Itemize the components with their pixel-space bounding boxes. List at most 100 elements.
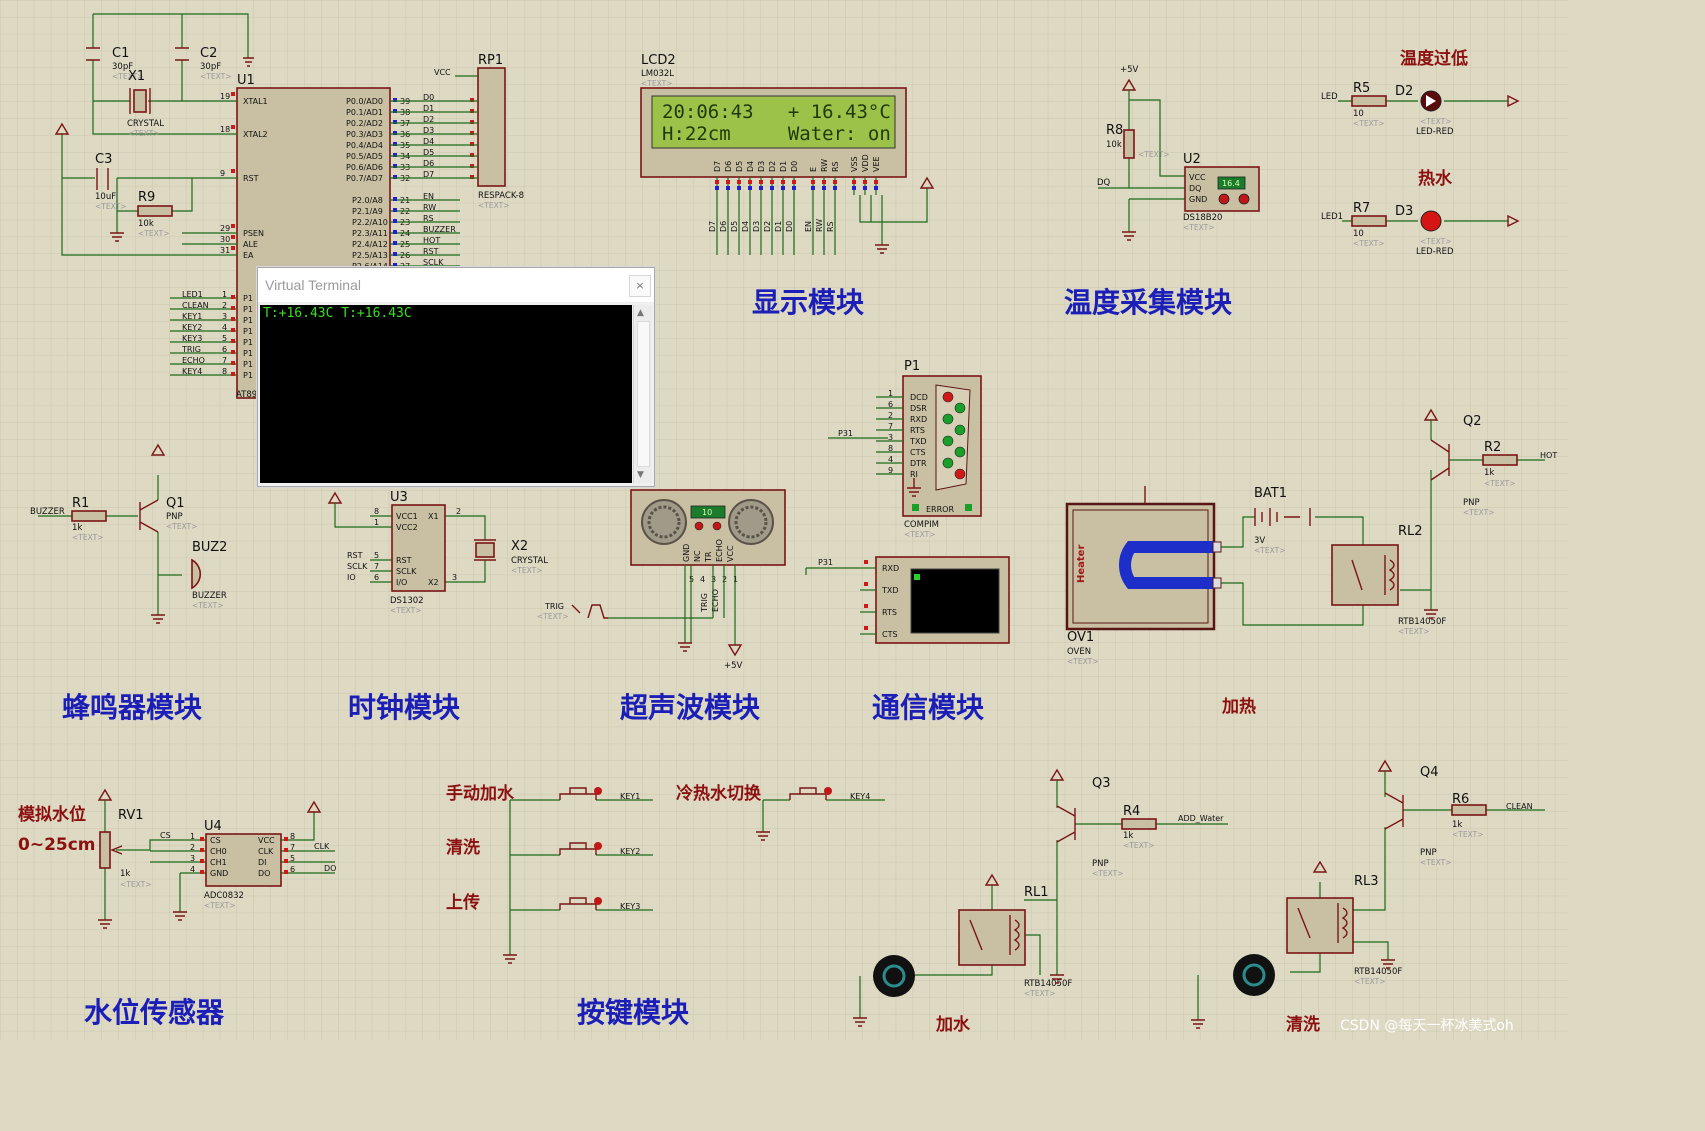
c1-ref: C1: [112, 46, 129, 61]
rl2-ref: RL2: [1398, 524, 1423, 539]
rl1-text: <TEXT>: [1024, 989, 1055, 998]
resistor-r5[interactable]: [1351, 95, 1387, 107]
lcd-bus-label: D6: [719, 221, 728, 232]
r8-supply: +5V: [1120, 65, 1139, 75]
scroll-thumb[interactable]: [637, 321, 650, 467]
crystal-x2[interactable]: [475, 542, 495, 558]
lcd-pin-name: RS: [831, 161, 840, 172]
oven-label: Heater: [1076, 545, 1087, 583]
adc-text: <TEXT>: [204, 901, 235, 910]
rv1-text: <TEXT>: [120, 880, 151, 889]
ds1302-num-7: 7: [374, 562, 379, 571]
led-d3[interactable]: [1420, 210, 1442, 232]
label-clean: 清洗: [1286, 1014, 1320, 1035]
pin-marker: [200, 859, 204, 863]
lcd-pin-name: VSS: [850, 156, 859, 172]
r2-ref: R2: [1484, 440, 1501, 455]
ds1302-num-8: 8: [374, 507, 379, 516]
mcu-pin-name: EA: [243, 251, 254, 260]
ds-down-button[interactable]: [1218, 193, 1230, 205]
resistor-r7[interactable]: [1351, 215, 1387, 227]
ds1302-num-3: 3: [452, 573, 457, 582]
pump-motor-add[interactable]: [873, 955, 915, 997]
d3-val: LED-RED: [1416, 247, 1454, 257]
pin-marker: [231, 246, 235, 250]
lcd-bus-label: D3: [752, 221, 761, 232]
pump-motor-clean[interactable]: [1233, 954, 1275, 996]
virtual-terminal-scrollbar[interactable]: ▲ ▼: [633, 305, 652, 483]
resistor-r4[interactable]: [1121, 818, 1157, 830]
resistor-r2[interactable]: [1482, 454, 1518, 466]
pin-marker: [874, 180, 878, 184]
adc-net-do: DO: [324, 864, 336, 873]
pin-marker: [811, 180, 815, 184]
d2-text: <TEXT>: [1420, 117, 1451, 126]
r4-text: <TEXT>: [1123, 841, 1154, 850]
r7-net: LED1: [1321, 212, 1343, 222]
mcu-p1-name: P1: [243, 371, 253, 380]
compim-pin-name: TXD: [909, 437, 927, 446]
mcu-p1-name: P1: [243, 360, 253, 369]
resistor-r9[interactable]: [137, 205, 173, 217]
label-display-module: 显示模块: [752, 286, 864, 319]
scroll-down-icon[interactable]: ▼: [637, 470, 644, 480]
q2-ref: Q2: [1463, 414, 1482, 429]
q1-ref: Q1: [166, 496, 185, 511]
mcu-p0-name: P0.3/AD3: [346, 130, 383, 139]
r1-text: <TEXT>: [72, 533, 103, 542]
lcd-ref: LCD2: [641, 53, 676, 68]
virtual-terminal-screen[interactable]: T:+16.43C T:+16.43C: [260, 305, 632, 483]
watermark: CSDN @每天一杯冰美式oh: [1340, 1018, 1514, 1034]
x2-ref: X2: [511, 539, 528, 554]
bat1-ref: BAT1: [1254, 486, 1287, 501]
d2-val: LED-RED: [1416, 127, 1454, 137]
r5-val: 10: [1353, 109, 1364, 119]
close-icon[interactable]: ×: [629, 275, 651, 297]
adc-net-cs: CS: [160, 831, 171, 840]
sonar-up-button[interactable]: [712, 521, 722, 531]
x2-val: CRYSTAL: [511, 556, 548, 566]
schematic-sheet[interactable]: U1 AT89 19XTAL118XTAL29RST29PSEN30ALE31E…: [0, 0, 1568, 1040]
compim-status-led: [954, 468, 966, 480]
potentiometer-rv1[interactable]: [99, 831, 111, 869]
mcu-pin-name: RST: [243, 174, 259, 183]
relay-rl3[interactable]: [1286, 897, 1354, 954]
adc-num-left: 1: [190, 832, 195, 841]
adc-model: ADC0832: [204, 891, 244, 901]
sonar-pin-name: VCC: [726, 545, 735, 562]
ds1302-model: DS1302: [390, 596, 424, 606]
pin-marker: [726, 180, 730, 184]
pin-marker: [393, 197, 397, 201]
virtual-terminal-titlebar[interactable]: Virtual Terminal ×: [258, 268, 654, 302]
c2-val: 30pF: [200, 62, 221, 72]
mcu-pin-num: 31: [220, 246, 230, 255]
ds1302-pin-io: I/O: [396, 578, 407, 587]
relay-rl2[interactable]: [1331, 544, 1399, 606]
rp1-val: RESPACK-8: [478, 191, 524, 201]
c2-text: <TEXT>: [200, 72, 231, 81]
lcd-bus-label: D5: [730, 221, 739, 232]
resistor-r1[interactable]: [71, 510, 107, 522]
crystal-x1[interactable]: [133, 89, 147, 113]
oven-ov1[interactable]: [1065, 502, 1216, 631]
q1-val: PNP: [166, 512, 183, 522]
sonar-down-button[interactable]: [694, 521, 704, 531]
pin-marker: [231, 317, 235, 321]
ds1302-pin-rst: RST: [396, 556, 412, 565]
relay-rl1[interactable]: [958, 909, 1026, 966]
ds-up-button[interactable]: [1238, 193, 1250, 205]
pin-marker: [715, 186, 719, 190]
virtual-terminal-window[interactable]: Virtual Terminal × T:+16.43C T:+16.43C ▲…: [257, 267, 655, 487]
mcu-pin-num: 18: [220, 125, 230, 134]
resistor-r8[interactable]: [1123, 129, 1135, 159]
pin-marker: [748, 180, 752, 184]
adc-num-right: 8: [290, 832, 295, 841]
q4-text: <TEXT>: [1420, 858, 1451, 867]
r9-val: 10k: [138, 219, 154, 229]
pin-marker: [811, 186, 815, 190]
adc-num-right: 7: [290, 843, 295, 852]
ds1302-pin-vcc2: VCC2: [396, 523, 418, 532]
pin-marker: [231, 328, 235, 332]
scroll-up-icon[interactable]: ▲: [637, 308, 644, 318]
pin-marker: [715, 180, 719, 184]
